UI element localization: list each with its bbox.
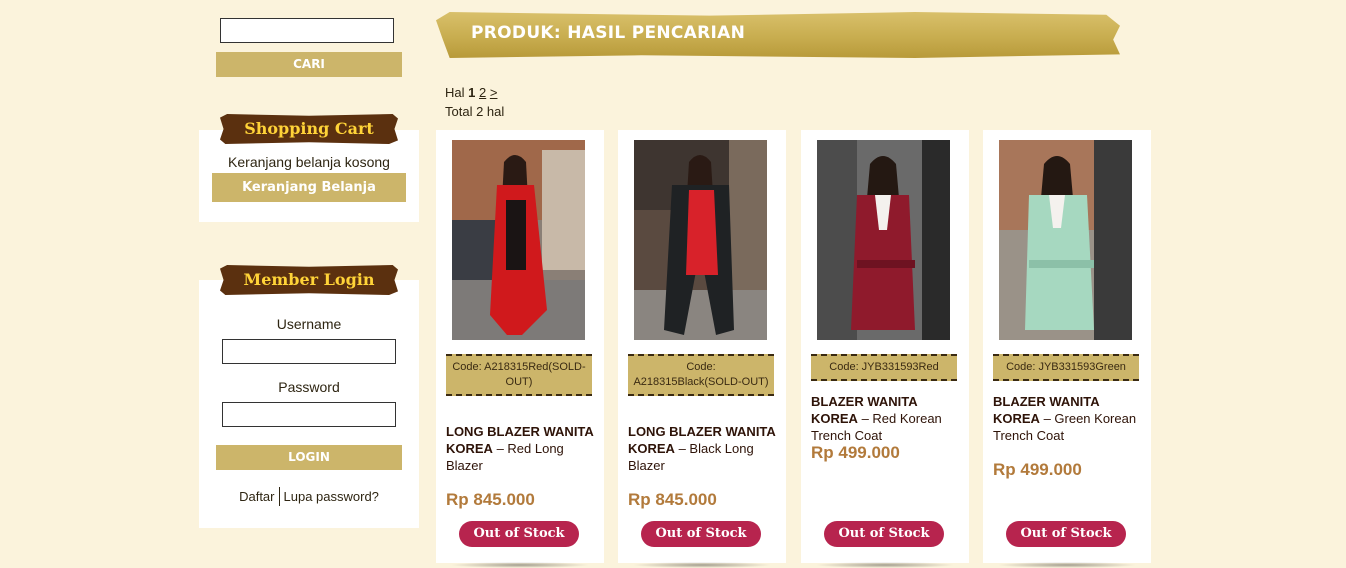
out-of-stock-button[interactable]: Out of Stock <box>641 521 761 547</box>
member-login-title: Member Login <box>220 265 398 295</box>
out-of-stock-button[interactable]: Out of Stock <box>459 521 579 547</box>
product-name[interactable]: BLAZER WANITA KOREA – Green Korean Trenc… <box>993 393 1145 444</box>
shopping-cart-title: Shopping Cart <box>220 114 398 144</box>
product-name[interactable]: BLAZER WANITA KOREA – Red Korean Trench … <box>811 393 963 444</box>
pager-current: 1 <box>468 85 476 100</box>
search-button[interactable]: CARI <box>216 52 402 77</box>
product-price: Rp 845.000 <box>446 490 535 509</box>
product-image[interactable] <box>817 140 950 340</box>
pager-prefix: Hal <box>445 85 465 100</box>
product-image[interactable] <box>452 140 585 340</box>
product-code: Code: A218315Red(SOLD-OUT) <box>446 354 592 396</box>
product-card: Code: JYB331593Red BLAZER WANITA KOREA –… <box>801 130 969 563</box>
pagination: Hal 1 2 > Total 2 hal <box>445 83 504 121</box>
search-input[interactable] <box>220 18 394 43</box>
product-price: Rp 845.000 <box>628 490 717 509</box>
register-link[interactable]: Daftar <box>235 487 278 506</box>
card-shadow <box>450 562 590 568</box>
product-code: Code: JYB331593Red <box>811 354 957 381</box>
card-shadow <box>632 562 772 568</box>
password-field[interactable] <box>222 402 396 427</box>
username-field[interactable] <box>222 339 396 364</box>
product-code: Code: JYB331593Green <box>993 354 1139 381</box>
login-links: Daftar Lupa password? <box>199 487 419 506</box>
card-shadow <box>815 562 955 568</box>
product-image[interactable] <box>999 140 1132 340</box>
card-shadow <box>997 562 1137 568</box>
product-name[interactable]: LONG BLAZER WANITA KOREA – Red Long Blaz… <box>446 423 598 474</box>
pager-total: Total 2 hal <box>445 104 505 119</box>
password-label: Password <box>278 379 340 395</box>
product-price: Rp 499.000 <box>993 460 1082 479</box>
out-of-stock-button[interactable]: Out of Stock <box>1006 521 1126 547</box>
forgot-password-link[interactable]: Lupa password? <box>278 487 383 506</box>
out-of-stock-button[interactable]: Out of Stock <box>824 521 944 547</box>
pager-page-2-link[interactable]: 2 <box>479 85 486 100</box>
product-image[interactable] <box>634 140 767 340</box>
login-button[interactable]: LOGIN <box>216 445 402 470</box>
product-card: Code: A218315Red(SOLD-OUT) LONG BLAZER W… <box>436 130 604 563</box>
product-name[interactable]: LONG BLAZER WANITA KOREA – Black Long Bl… <box>628 423 780 474</box>
view-cart-button[interactable]: Keranjang Belanja <box>212 173 406 202</box>
product-code: Code: A218315Black(SOLD-OUT) <box>628 354 774 396</box>
page-title: PRODUK: HASIL PENCARIAN <box>471 23 746 43</box>
cart-empty-text: Keranjang belanja kosong <box>228 154 390 170</box>
product-card: Code: A218315Black(SOLD-OUT) LONG BLAZER… <box>618 130 786 563</box>
product-card: Code: JYB331593Green BLAZER WANITA KOREA… <box>983 130 1151 563</box>
pager-next-link[interactable]: > <box>490 85 498 100</box>
username-label: Username <box>276 316 342 332</box>
product-price: Rp 499.000 <box>811 443 900 462</box>
